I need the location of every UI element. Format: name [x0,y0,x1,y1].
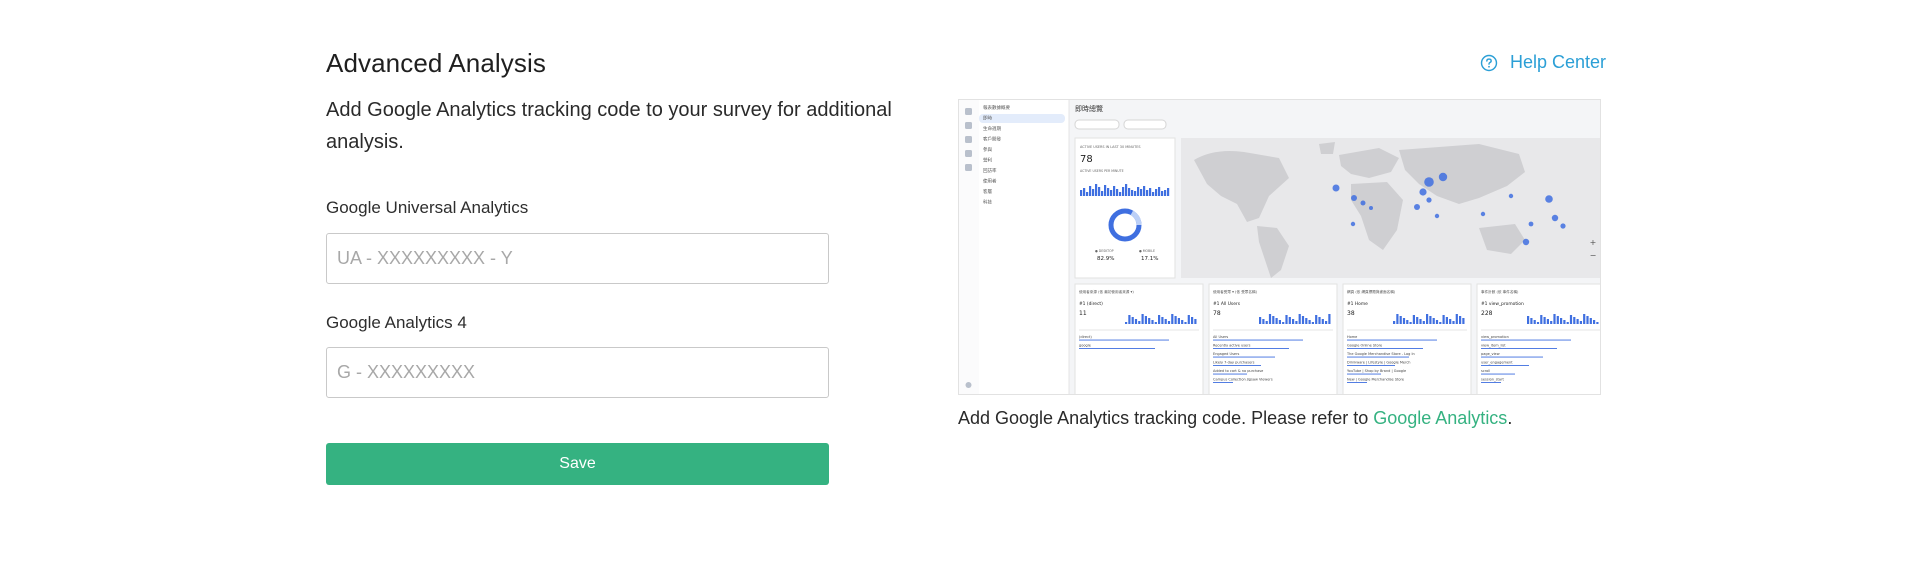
preview-card: 網頁 (依 網頁標題與畫面名稱) #1 Home 38 Home Google Onli… [1342,283,1472,394]
preview-sidebar-item: 營利 [983,157,992,164]
preview-sidebar-item: 生命週期 [983,125,1001,132]
svg-text:Added to cart & no purchase: Added to cart & no purchase [1213,369,1263,373]
svg-text:scroll: scroll [1481,369,1490,373]
svg-text:#1 Home: #1 Home [1347,301,1368,307]
preview-card: 使用者受眾 ▾ (依 受眾名稱) #1 All Users 78 All Users R… [1208,283,1338,394]
svg-text:New | Google Merchandise Store: New | Google Merchandise Store [1347,378,1404,382]
caption-text: Add Google Analytics tracking code. Plea… [958,408,1374,428]
page-title: Advanced Analysis [326,48,546,78]
ua-label: Google Universal Analytics [326,198,529,217]
save-button[interactable]: Save [326,443,829,485]
google-analytics-link[interactable]: Google Analytics [1373,408,1507,428]
svg-text:YouTube | Shop by Brand | Goog: YouTube | Shop by Brand | Google [1347,369,1406,373]
svg-text:page_view: page_view [1481,352,1500,356]
svg-text:228: 228 [1481,310,1493,317]
preview-card: 事件計數 (依 事件名稱) #1 view_promotion 228 view_pr… [1476,283,1600,394]
svg-text:user_engagement: user_engagement [1481,361,1513,365]
preview-caption: Add Google Analytics tracking code. Plea… [958,408,1512,429]
svg-text:Likely 7-day purchasers: Likely 7-day purchasers [1213,361,1255,365]
svg-text:使用者受眾 ▾ (依 受眾名稱): 使用者受眾 ▾ (依 受眾名稱) [1213,289,1258,294]
svg-text:ACTIVE USERS PER MINUTE: ACTIVE USERS PER MINUTE [1080,169,1124,173]
svg-text:即時總覽: 即時總覽 [1075,104,1103,113]
help-center-link[interactable]: Help Center [1480,52,1606,73]
svg-text:The Google Merchandise Store -: The Google Merchandise Store - Log In [1346,352,1415,356]
svg-text:−: − [1590,251,1597,260]
preview-sidebar-item: 使用者 [983,178,997,185]
svg-text:All Users: All Users [1213,335,1228,339]
preview-sidebar-item: 即時 [983,116,992,122]
svg-text:Campus Collection Jigsaw Viewe: Campus Collection Jigsaw Viewers [1213,378,1273,382]
svg-text:Engaged Users: Engaged Users [1213,352,1239,356]
preview-sidebar-item: 客層 [983,188,992,195]
svg-text:● MOBILE: ● MOBILE [1139,249,1155,253]
svg-text:+: + [1590,238,1597,247]
svg-text:78: 78 [1213,310,1221,317]
svg-text:google: google [1079,344,1091,348]
svg-text:11: 11 [1079,310,1087,317]
preview-sidebar-item: 報表數據概要 [983,104,1010,111]
svg-text:session_start: session_start [1481,378,1504,382]
preview-sidebar-item: 客戶開發 [983,136,1001,143]
svg-text:17.1%: 17.1% [1141,256,1158,262]
svg-text:#1 (direct): #1 (direct) [1079,301,1103,307]
caption-period: . [1507,408,1513,428]
svg-text:78: 78 [1080,154,1093,165]
svg-text:● DESKTOP: ● DESKTOP [1095,249,1114,253]
svg-text:Google Online Store: Google Online Store [1347,344,1382,348]
svg-text:view_promotion: view_promotion [1481,335,1509,339]
analytics-preview-image: 報表數據概要 即時生命週期客戶開發參與營利回訪率使用者客層科技 即時總覽 ACTI… [958,99,1601,395]
ga4-label: Google Analytics 4 [326,313,467,332]
svg-text:Drinkware | Lifestyle | Google: Drinkware | Lifestyle | Google Merch [1347,361,1411,365]
preview-sidebar-item: 回訪率 [983,167,997,174]
svg-text:網頁 (依 網頁標題與畫面名稱): 網頁 (依 網頁標題與畫面名稱) [1347,289,1396,294]
svg-text:(direct): (direct) [1079,335,1092,339]
svg-text:使用者來源 (依 最初使用者來源 ▾): 使用者來源 (依 最初使用者來源 ▾) [1079,289,1134,294]
ua-tracking-input[interactable] [326,233,829,284]
ga4-tracking-input[interactable] [326,347,829,398]
svg-text:#1 All Users: #1 All Users [1213,301,1241,307]
svg-text:82.9%: 82.9% [1097,256,1114,262]
svg-text:38: 38 [1347,310,1355,317]
svg-text:#1 view_promotion: #1 view_promotion [1481,301,1524,307]
preview-card: 使用者來源 (依 最初使用者來源 ▾) #1 (direct) 11 (direct)… [1074,283,1204,394]
svg-text:view_item_list: view_item_list [1481,344,1506,348]
help-center-label: Help Center [1510,52,1607,72]
svg-text:ACTIVE USERS IN LAST 30 MINUTE: ACTIVE USERS IN LAST 30 MINUTES [1080,145,1141,149]
question-circle-icon [1480,54,1498,71]
preview-sidebar-item: 科技 [983,199,992,206]
svg-text:Home: Home [1347,335,1357,339]
svg-text:事件計數 (依 事件名稱): 事件計數 (依 事件名稱) [1481,289,1519,294]
preview-sidebar-item: 參與 [983,146,992,153]
svg-text:Recently active users: Recently active users [1213,344,1251,348]
intro-description: Add Google Analytics tracking code to yo… [326,99,892,153]
